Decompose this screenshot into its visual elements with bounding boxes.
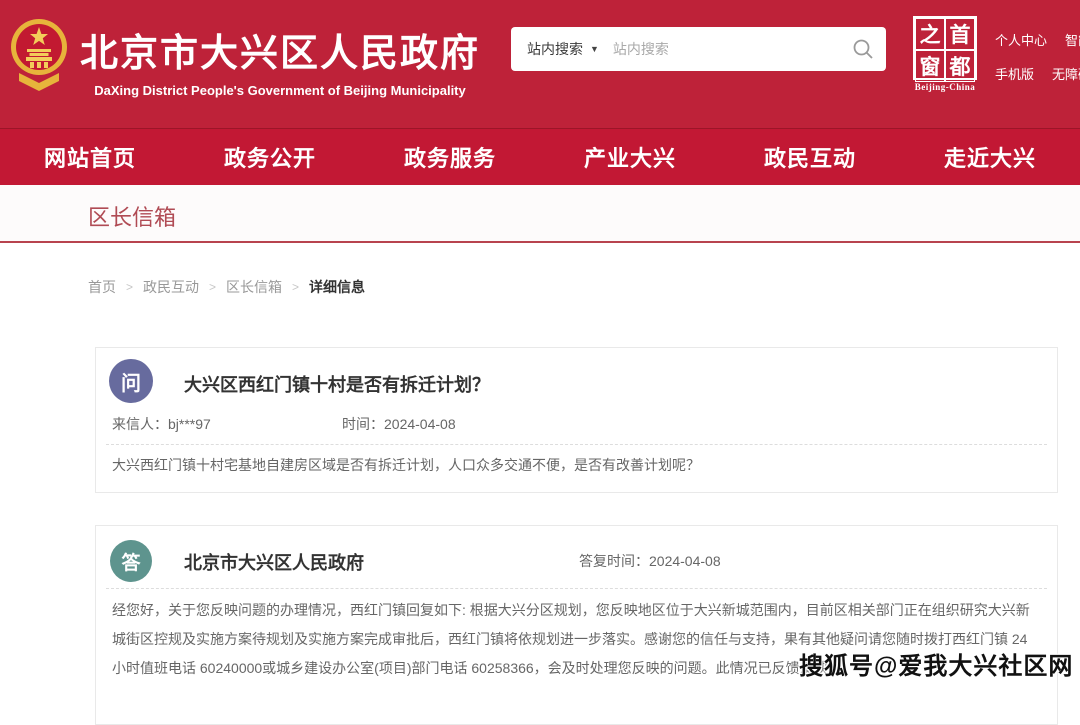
capital-window-char: 之: [915, 18, 945, 50]
header-quick-links: 个人中心 智能问答 手机版 无障碍: [995, 30, 1080, 98]
breadcrumb-interaction[interactable]: 政民互动: [143, 277, 199, 297]
section-strip: 区长信箱: [0, 185, 1080, 243]
search-scope-dropdown[interactable]: 站内搜索 ▼: [511, 39, 613, 59]
nav-item-industry[interactable]: 产业大兴: [584, 141, 676, 173]
nav-item-gov-services[interactable]: 政务服务: [404, 141, 496, 173]
divider: [106, 444, 1047, 445]
answer-time: 答复时间：2024-04-08: [579, 551, 721, 571]
search-button[interactable]: [840, 27, 886, 71]
search-icon: [852, 38, 874, 60]
site-header: 北京市大兴区人民政府 DaXing District People's Gove…: [0, 0, 1080, 128]
breadcrumb-separator-icon: >: [292, 280, 299, 294]
capital-window-caption: Beijing-China: [908, 82, 982, 92]
site-search: 站内搜索 ▼: [511, 27, 886, 71]
answer-card: 答 北京市大兴区人民政府 答复时间：2024-04-08 经您好，关于您反映问题…: [95, 525, 1058, 725]
capital-window-char: 窗: [915, 50, 945, 82]
answer-org: 北京市大兴区人民政府: [184, 549, 364, 575]
link-smart-qa[interactable]: 智能问答: [1065, 30, 1080, 49]
breadcrumb-separator-icon: >: [126, 280, 133, 294]
site-title: 北京市大兴区人民政府: [80, 22, 480, 77]
breadcrumb-current: 详细信息: [309, 277, 365, 297]
question-card: 问 大兴区西红门镇十村是否有拆迁计划？ 来信人：bj***97 时间：2024-…: [95, 347, 1058, 493]
link-accessibility[interactable]: 无障碍: [1052, 64, 1080, 83]
main-nav: 网站首页 政务公开 政务服务 产业大兴 政民互动 走近大兴: [0, 128, 1080, 185]
nav-item-about-daxing[interactable]: 走近大兴: [944, 141, 1036, 173]
national-emblem-logo: [9, 13, 69, 95]
question-body: 大兴西红门镇十村宅基地自建房区域是否有拆迁计划，人口众多交通不便，是否有改善计划…: [112, 451, 1039, 480]
question-time: 时间：2024-04-08: [342, 414, 456, 434]
link-personal-center[interactable]: 个人中心: [995, 30, 1047, 49]
search-input[interactable]: [613, 41, 840, 57]
capital-window-logo[interactable]: 之 首 窗 都: [913, 16, 977, 80]
question-badge: 问: [109, 359, 153, 403]
nav-item-home[interactable]: 网站首页: [44, 141, 136, 173]
search-scope-label: 站内搜索: [527, 39, 583, 59]
section-title: 区长信箱: [88, 200, 176, 232]
breadcrumb-home[interactable]: 首页: [88, 277, 116, 297]
capital-window-char: 首: [945, 18, 975, 50]
breadcrumb-separator-icon: >: [209, 280, 216, 294]
breadcrumb-mailbox[interactable]: 区长信箱: [226, 277, 282, 297]
divider: [106, 588, 1047, 589]
answer-badge: 答: [110, 540, 152, 582]
chevron-down-icon: ▼: [590, 44, 599, 54]
nav-item-interaction[interactable]: 政民互动: [764, 141, 856, 173]
question-title: 大兴区西红门镇十村是否有拆迁计划？: [184, 371, 490, 397]
link-mobile-version[interactable]: 手机版: [995, 64, 1034, 83]
nav-item-gov-disclosure[interactable]: 政务公开: [224, 141, 316, 173]
site-subtitle: DaXing District People's Government of B…: [80, 83, 480, 98]
capital-window-char: 都: [945, 50, 975, 82]
site-branding: 北京市大兴区人民政府 DaXing District People's Gove…: [80, 22, 480, 98]
sohu-watermark: 搜狐号@爱我大兴社区网: [799, 646, 1073, 681]
question-sender: 来信人：bj***97: [112, 414, 211, 434]
breadcrumb: 首页 > 政民互动 > 区长信箱 > 详细信息: [88, 277, 365, 297]
